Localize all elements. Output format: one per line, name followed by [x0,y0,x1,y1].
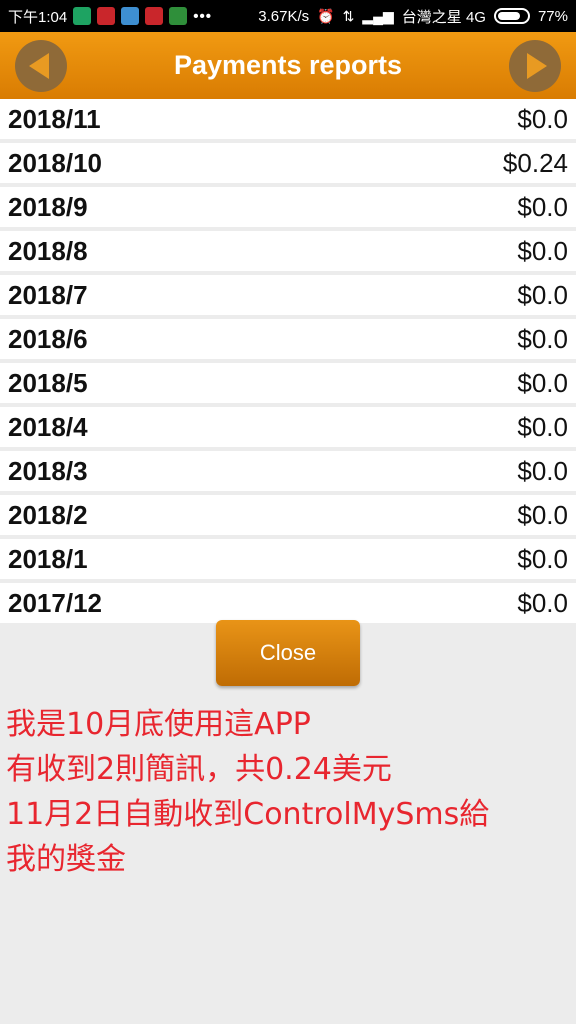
report-month: 2018/9 [8,191,88,222]
table-row[interactable]: 2018/3 $0.0 [0,451,576,491]
close-button[interactable]: Close [216,620,360,686]
report-amount: $0.0 [517,455,568,486]
table-row[interactable]: 2017/12 $0.0 [0,583,576,623]
report-amount: $0.0 [517,411,568,442]
payments-list[interactable]: 2018/11 $0.0 2018/10 $0.24 2018/9 $0.0 2018/8 $… [0,99,576,627]
report-month: 2018/4 [8,411,88,442]
report-amount: $0.0 [517,279,568,310]
report-amount: $0.0 [517,587,568,618]
status-bar: 下午1:04 ••• 3.67K/s ⏰ ⇅ ▂▄▆ 台灣之星 4G 77% [0,0,576,32]
report-month: 2018/11 [8,103,101,134]
table-row[interactable]: 2018/10 $0.24 [0,143,576,183]
arrow-left-icon [29,53,49,79]
report-month: 2018/1 [8,543,88,574]
note-line: 我是10月底使用這APP [6,707,311,742]
report-month: 2018/5 [8,367,88,398]
table-row[interactable]: 2018/4 $0.0 [0,407,576,447]
report-amount: $0.0 [517,323,568,354]
report-amount: $0.0 [517,103,568,134]
report-month: 2018/10 [8,147,102,178]
report-month: 2018/2 [8,499,88,530]
shield-app-icon [73,7,92,25]
report-month: 2018/8 [8,235,88,266]
arrow-right-icon [527,53,547,79]
battery-fill [497,12,520,20]
battery-percent: 77% [537,7,568,25]
table-row[interactable]: 2018/2 $0.0 [0,495,576,535]
table-row[interactable]: 2018/8 $0.0 [0,231,576,271]
annotation-note: 我是10月底使用這APP 有收到2則簡訊，共0.24美元 11月2日自動收到Cont… [6,702,570,882]
note-line: 11月2日自動收到ControlMySms給 [6,797,490,832]
table-row[interactable]: 2018/9 $0.0 [0,187,576,227]
data-arrows-icon: ⇅ [342,7,355,24]
report-month: 2018/3 [8,455,88,486]
messenger-app-icon [121,7,140,25]
carrier-label: 台灣之星 4G [401,8,486,26]
report-amount: $0.0 [517,191,568,222]
report-amount: $0.0 [517,367,568,398]
alarm-off-icon: ⏰ [317,7,335,24]
note-line: 我的獎金 [6,842,126,877]
report-amount: $0.0 [517,499,568,530]
more-notifications-icon: ••• [193,7,212,25]
table-row[interactable]: 2018/5 $0.0 [0,363,576,403]
ltn-news-icon [97,7,116,25]
next-button[interactable] [509,40,561,92]
page-title: Payments reports [173,50,403,80]
report-amount: $0.0 [517,235,568,266]
table-row[interactable]: 2018/1 $0.0 [0,539,576,579]
ltn-news-icon-2 [145,7,164,25]
report-amount: $0.24 [502,147,568,178]
table-row[interactable]: 2018/6 $0.0 [0,319,576,359]
report-month: 2017/12 [8,587,102,618]
battery-icon [493,8,530,24]
app-header: Payments reports [0,32,576,99]
note-line: 有收到2則簡訊，共0.24美元 [6,752,392,787]
chart-app-icon [169,7,188,25]
network-speed: 3.67K/s [258,7,310,25]
report-month: 2018/6 [8,323,88,354]
table-row[interactable]: 2018/11 $0.0 [0,99,576,139]
signal-icon: ▂▄▆ [362,7,394,24]
report-amount: $0.0 [517,543,568,574]
table-row[interactable]: 2018/7 $0.0 [0,275,576,315]
previous-button[interactable] [15,40,67,92]
status-time: 下午1:04 [8,8,68,26]
report-month: 2018/7 [8,279,88,310]
